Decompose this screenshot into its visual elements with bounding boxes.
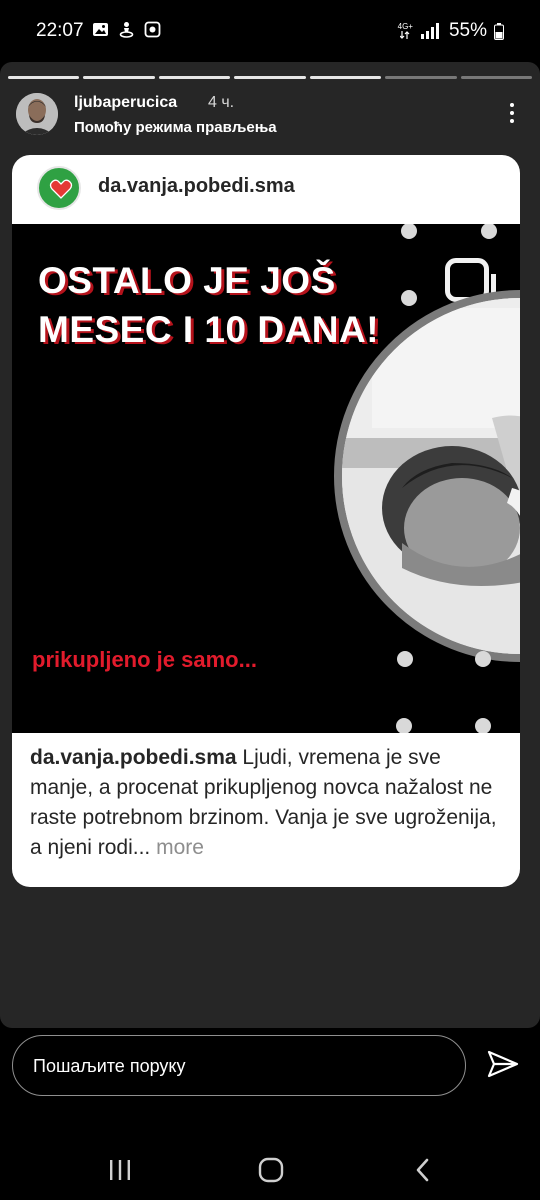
decor-dot [396, 718, 412, 733]
shared-post-card[interactable]: da.vanja.pobedi.sma OSTALO JE JOŠ MESEC … [12, 155, 520, 887]
network-label: 4G+ [397, 22, 413, 31]
send-icon[interactable] [486, 1048, 520, 1082]
navigation-bar [0, 1130, 540, 1200]
status-time: 22:07 [36, 20, 84, 41]
send-message-placeholder: Пошаљите поруку [33, 1056, 186, 1076]
story-avatar[interactable] [16, 93, 58, 135]
progress-segment [460, 76, 532, 79]
headline-line-1: OSTALO JE JOŠ [38, 260, 336, 301]
story-subtitle: Помоћу режима прављења [74, 119, 277, 136]
post-headline: OSTALO JE JOŠ MESEC I 10 DANA! [38, 256, 379, 354]
status-bar: 22:07 4G+ 55% [0, 0, 540, 62]
app-icon [144, 21, 161, 38]
back-icon [416, 1158, 429, 1182]
recent-apps-icon [110, 1160, 130, 1180]
gallery-icon [93, 23, 108, 36]
story-time: 4 ч. [208, 94, 235, 111]
home-icon [258, 1157, 284, 1183]
caption-username[interactable]: da.vanja.pobedi.sma [30, 746, 237, 769]
progress-segment [158, 76, 231, 79]
decor-dot [481, 224, 497, 239]
more-options-icon[interactable] [502, 98, 522, 128]
progress-segment [234, 76, 306, 79]
gps-person-icon [119, 22, 134, 38]
story-username[interactable]: ljubaperucica [74, 94, 177, 112]
progress-segment [83, 76, 155, 79]
progress-segment [8, 76, 80, 79]
notification-icons [92, 21, 161, 38]
headline-line-2: MESEC I 10 DANA! [38, 309, 380, 350]
decor-dot [475, 718, 491, 733]
story-viewer[interactable]: ljubaperucica 4 ч. Помоћу режима прављењ… [0, 62, 540, 1028]
post-subtext: prikupljeno je samo... [32, 647, 257, 672]
send-message-input[interactable]: Пошаљите поруку [12, 1035, 466, 1096]
decor-dot [401, 224, 417, 239]
heart-icon [49, 179, 73, 199]
post-image[interactable]: OSTALO JE JOŠ MESEC I 10 DANA! prikuplje… [12, 224, 520, 733]
battery-percent: 55% [448, 20, 487, 41]
decor-dot [401, 290, 417, 306]
post-caption[interactable]: da.vanja.pobedi.sma Ljudi, vremena je sv… [30, 743, 508, 863]
decor-dot [397, 651, 413, 667]
status-right: 4G+ 55% [398, 20, 504, 42]
signal-icon [420, 22, 439, 39]
recent-apps-button[interactable] [100, 1150, 140, 1190]
back-button[interactable] [403, 1150, 443, 1190]
post-username[interactable]: da.vanja.pobedi.sma [98, 175, 295, 198]
progress-segment [385, 76, 457, 79]
post-header: da.vanja.pobedi.sma [12, 155, 520, 224]
decor-dot [475, 651, 491, 667]
caption-more-link[interactable]: more [150, 836, 204, 859]
home-button[interactable] [251, 1150, 291, 1190]
post-avatar[interactable] [37, 166, 81, 210]
progress-segment [309, 76, 382, 79]
network-type-icon: 4G+ [398, 23, 413, 39]
story-progress-bar [8, 76, 532, 79]
battery-icon [494, 22, 504, 40]
